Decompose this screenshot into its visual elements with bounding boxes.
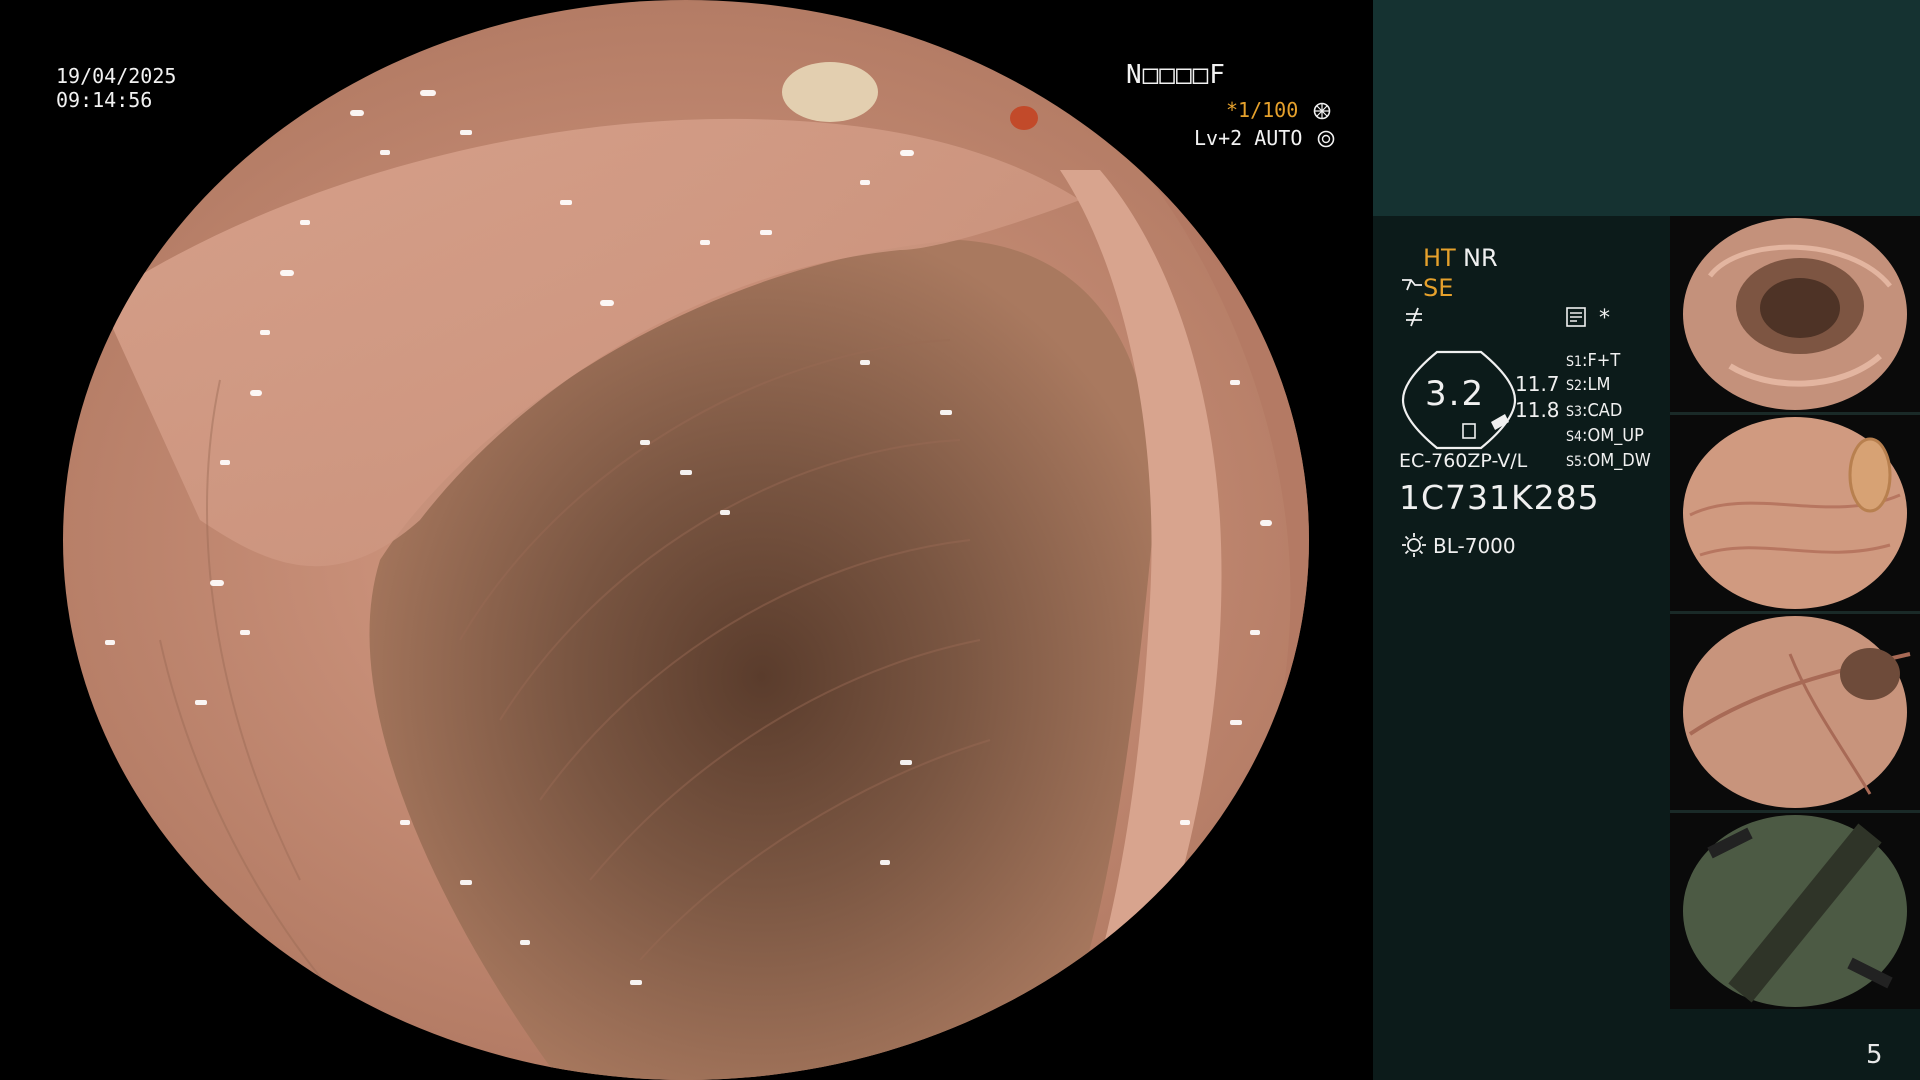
thumbnail-1[interactable] — [1670, 216, 1920, 412]
thumbnail-4[interactable] — [1670, 813, 1920, 1009]
time-text: 09:14:56 — [56, 88, 153, 112]
switch-value: LM — [1587, 374, 1611, 395]
star-indicator: * — [1599, 306, 1610, 331]
endoscope-image — [63, 0, 1309, 1080]
thumbnail-image — [1683, 616, 1911, 808]
thumbnail-2[interactable] — [1670, 415, 1920, 611]
thumbnail-3[interactable] — [1670, 614, 1920, 810]
switch-key: S4 — [1566, 429, 1583, 445]
switch-key: S5 — [1566, 454, 1583, 470]
switch-value: CAD — [1587, 400, 1623, 421]
scope-model: EC-760ZP-V/L — [1399, 450, 1528, 472]
settings-icon — [1313, 102, 1331, 120]
date-text: 19/04/2025 — [56, 64, 177, 88]
shutter-text: *1/100 — [1226, 98, 1299, 122]
switch-value: OM_UP — [1587, 425, 1644, 446]
se-indicator: SE — [1423, 274, 1454, 302]
scissors-icon — [1402, 279, 1422, 291]
switch-key: S1 — [1566, 354, 1583, 370]
thumbnail-image — [1683, 417, 1907, 609]
nr-indicator: NR — [1463, 244, 1498, 272]
endoscope-video: 19/04/2025 09:14:56 N□□□□F *1/100 Lv+2 A… — [0, 0, 1372, 1080]
switch-4: S4:OM_UP — [1566, 425, 1644, 446]
switch-5: S5:OM_DW — [1566, 450, 1651, 471]
measure-value-a: 11.7 — [1515, 372, 1560, 396]
zoom-value: 3.2 — [1425, 374, 1486, 414]
switch-value: OM_DW — [1587, 450, 1651, 471]
light-level-text: Lv+2 AUTO — [1194, 126, 1303, 150]
light-source: BL-7000 — [1433, 534, 1516, 558]
patient-id: N□□□□F — [1126, 60, 1226, 90]
lamp-icon — [1402, 533, 1426, 557]
scope-serial: 1C731K285 — [1399, 478, 1600, 517]
thumbnail-image — [1683, 815, 1907, 1007]
light-level: Lv+2 AUTO — [1194, 126, 1335, 150]
ht-indicator: HT — [1423, 244, 1456, 272]
switch-key: S3 — [1566, 404, 1583, 420]
info-panel-header — [1373, 0, 1920, 216]
datetime: 19/04/2025 09:14:56 — [56, 64, 176, 112]
shutter-speed: *1/100 — [1226, 98, 1331, 122]
switch-2: S2:LM — [1566, 374, 1611, 395]
iris-icon — [1318, 130, 1335, 148]
function-icon — [1406, 307, 1422, 327]
switch-key: S2 — [1566, 378, 1583, 394]
page-number: 5 — [1866, 1040, 1883, 1070]
switch-value: F+T — [1587, 350, 1621, 371]
switch-3: S3:CAD — [1566, 400, 1623, 421]
measure-value-b: 11.8 — [1515, 398, 1560, 422]
thumbnail-image — [1683, 218, 1907, 410]
switch-1: S1:F+T — [1566, 350, 1621, 371]
memo-icon — [1566, 307, 1586, 327]
